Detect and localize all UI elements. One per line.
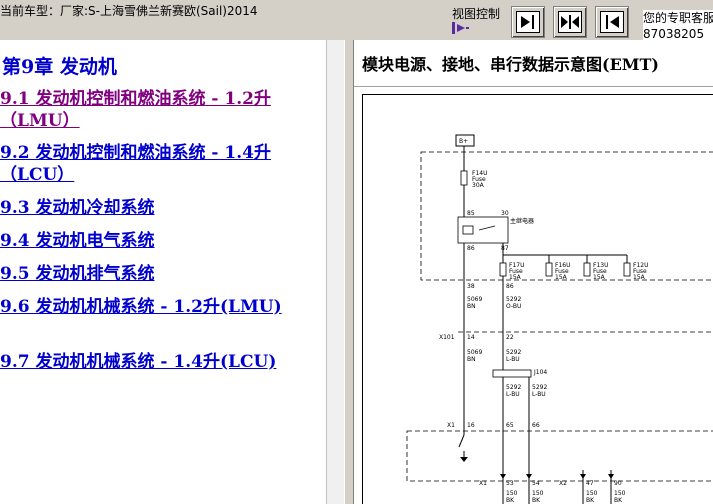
customer-service-box: 您的专职客服 87038205: [643, 10, 713, 42]
bottom-pin-4: 90: [614, 480, 622, 487]
fuse-f13u-rating: 15A: [593, 274, 606, 281]
collapse-left-button[interactable]: [511, 6, 545, 38]
ecm-module-outline: [406, 430, 713, 482]
diagram-title: 模块电源、接地、串行数据示意图(EMT): [362, 55, 659, 74]
top-bar: 当前车型：厂家:S-上海雪佛兰新赛欧(Sail)2014 视图控制 您的专职客服…: [0, 0, 713, 42]
fuse-f17u: [499, 262, 507, 277]
pin-c-2: 65: [506, 422, 514, 429]
bottom-x2-label: X2: [559, 480, 567, 487]
bottom-ground-wires: [500, 470, 614, 504]
bottom-pin-3: 47: [586, 480, 594, 487]
fuse-f12u-rating: 15A: [633, 274, 646, 281]
bottom-wire-1: 150: [506, 490, 518, 497]
wiring-diagram: B+ F14U Fuse 30A 主继电器 85 30 86 87 F17U F…: [362, 94, 713, 504]
wiring-diagram-svg: B+ F14U Fuse 30A 主继电器 85 30 86 87 F17U F…: [406, 134, 713, 504]
ground-symbol: [460, 457, 468, 462]
toc-item-9-1[interactable]: 9.1 发动机控制和燃油系统 - 1.2升（LMU）: [0, 88, 326, 132]
bottom-pin-1: 53: [506, 480, 514, 487]
bottom-color-3: BK: [586, 497, 595, 504]
bottom-wire-2: 150: [532, 490, 544, 497]
arrow-left-bar-icon: [600, 11, 624, 33]
split-center-icon: [558, 11, 582, 33]
wire-b-1-num: 5069: [467, 349, 482, 356]
pin-a-2: 86: [506, 283, 514, 290]
wire-c-1-color: L-BU: [506, 391, 520, 398]
wire-c-2-num: 5292: [532, 384, 547, 391]
bottom-color-1: BK: [506, 497, 515, 504]
pin-c-1: 16: [467, 422, 475, 429]
wire-b-2-color: L-BU: [506, 356, 520, 363]
wire-a-1-color: BN: [467, 303, 476, 310]
pin-b-1: 14: [467, 334, 475, 341]
wire-a-2-num: 5292: [506, 296, 521, 303]
content-pane: 模块电源、接地、串行数据示意图(EMT) B+ F14U Fuse 30A 主继…: [354, 40, 713, 504]
toc-item-9-5[interactable]: 9.5 发动机排气系统: [0, 263, 326, 285]
toc-pane: 第9章 发动机 9.1 发动机控制和燃油系统 - 1.2升（LMU） 9.2 发…: [0, 40, 344, 504]
pane-splitter[interactable]: [344, 40, 354, 504]
fuse-f16u-rating: 15A: [555, 274, 568, 281]
toc-item-9-4[interactable]: 9.4 发动机电气系统: [0, 230, 326, 252]
split-center-button[interactable]: [553, 6, 587, 38]
wire-c-1-num: 5292: [506, 384, 521, 391]
toc-item-9-6[interactable]: 9.6 发动机机械系统 - 1.2升(LMU): [0, 296, 326, 318]
relay-label: 主继电器: [510, 217, 534, 225]
chapter-title: 第9章 发动机: [2, 56, 117, 78]
bottom-wire-3: 150: [586, 490, 598, 497]
view-control-label: 视图控制: [452, 7, 501, 21]
wire-a-2-color: O-BU: [506, 303, 521, 310]
pin-b-2: 22: [506, 334, 514, 341]
arrow-right-bar-icon: [516, 11, 540, 33]
collapse-right-button[interactable]: [595, 6, 629, 38]
bottom-x1-label: X1: [479, 480, 487, 487]
fuse-f17u-rating: 15A: [509, 274, 522, 281]
wire-a-1-num: 5069: [467, 296, 482, 303]
b-plus-label: B+: [459, 138, 468, 145]
toc-item-9-3[interactable]: 9.3 发动机冷却系统: [0, 197, 326, 219]
vehicle-title: 当前车型：厂家:S-上海雪佛兰新赛欧(Sail)2014: [0, 4, 258, 18]
bottom-color-2: BK: [532, 497, 541, 504]
toc-scrollbar[interactable]: [326, 40, 344, 504]
relay-pin-85: 85: [467, 210, 475, 217]
splice-j104: [492, 369, 532, 378]
splice-j104-label: J104: [533, 369, 547, 376]
title-divider: [354, 86, 713, 87]
relay-pin-87: 87: [501, 245, 509, 252]
wire-c-2-color: L-BU: [532, 391, 546, 398]
toc-item-9-2[interactable]: 9.2 发动机控制和燃油系统 - 1.4升（LCU）: [0, 142, 326, 186]
bottom-pin-2: 54: [532, 480, 540, 487]
fuse-f13u: [583, 262, 591, 277]
toc-item-9-7[interactable]: 9.7 发动机机械系统 - 1.4升(LCU): [0, 351, 326, 373]
fuse-f14u-rating: 30A: [472, 182, 485, 189]
fuse-f16u: [545, 262, 553, 277]
bottom-wire-4: 150: [614, 490, 626, 497]
relay-pin-86: 86: [467, 245, 475, 252]
customer-service-label: 您的专职客服: [643, 11, 713, 25]
pin-c-3: 66: [532, 422, 540, 429]
relay-pin-30: 30: [501, 210, 509, 217]
x1-label: X1: [447, 422, 455, 429]
wire-b-1-color: BN: [467, 356, 476, 363]
fuse-f14u: [460, 170, 468, 186]
view-control-icon: [452, 22, 469, 34]
fuse-f12u: [623, 262, 631, 277]
x101-label: X101: [439, 334, 455, 341]
wire-b-2-num: 5292: [506, 349, 521, 356]
pin-a-1: 38: [467, 283, 475, 290]
bottom-color-4: BK: [614, 497, 623, 504]
